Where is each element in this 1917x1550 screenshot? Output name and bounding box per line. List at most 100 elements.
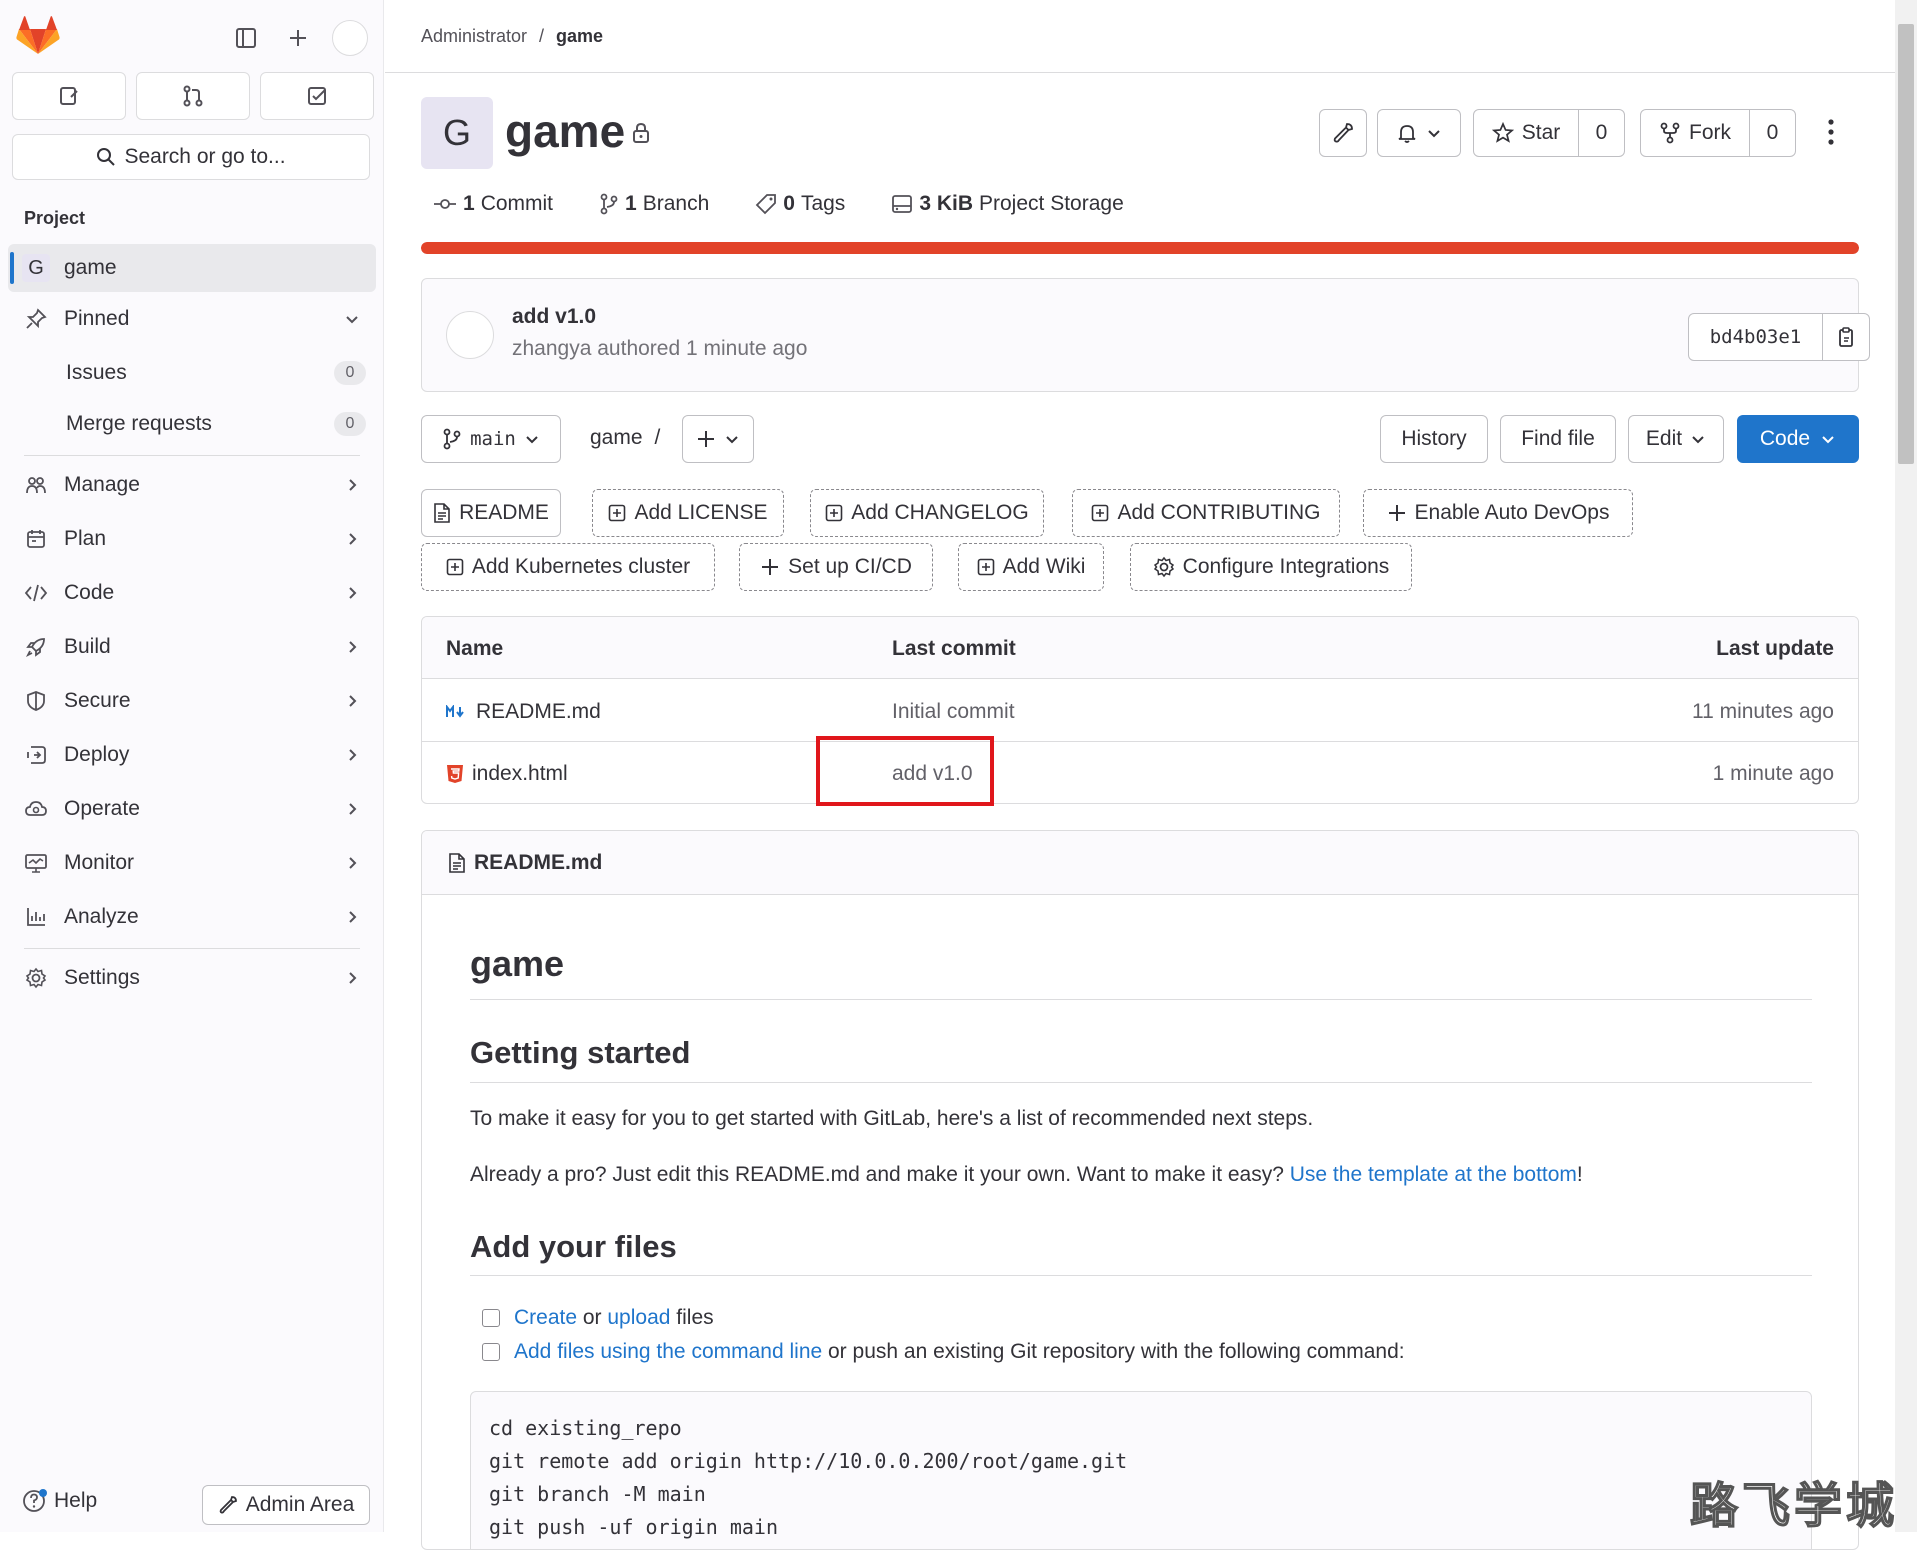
repo-path: game / [590,426,660,450]
column-header-name: Name [446,637,504,660]
todo-tab-icon[interactable] [260,72,374,120]
star-icon [1491,122,1514,143]
table-row[interactable]: README.md Initial commit 11 minutes ago [422,680,1858,742]
commit-author-avatar[interactable] [446,311,494,359]
file-name-cell[interactable]: index.html [446,762,568,786]
sidebar-item-analyze[interactable]: Analyze [8,893,376,941]
plus-square-icon [446,558,464,576]
upload-link[interactable]: upload [607,1306,670,1329]
sidebar-item-pinned[interactable]: Pinned [8,295,376,343]
copy-sha-button[interactable] [1823,314,1869,360]
tags-stat[interactable]: 0 Tags [755,192,845,216]
user-avatar[interactable] [332,20,368,56]
commits-label: Commit [480,192,554,215]
tags-label: Tags [800,192,846,215]
chevron-right-icon [349,695,357,707]
sidebar-item-operate[interactable]: Operate [8,785,376,833]
search-button[interactable]: Search or go to... [12,134,370,180]
path-root-link[interactable]: game [590,426,643,450]
table-row[interactable]: index.html add v1.0 1 minute ago [422,742,1858,803]
readme-h2-text: Getting started [470,1035,691,1070]
command-line-link[interactable]: Add files using the command line [514,1340,822,1363]
task-checkbox[interactable] [482,1309,500,1327]
add-kubernetes-cluster-button[interactable]: Add Kubernetes cluster [421,543,715,591]
gitlab-logo-icon[interactable] [16,16,60,56]
sidebar-item-merge-requests[interactable]: Merge requests 0 [66,402,366,446]
chevron-down-icon [1692,436,1704,444]
branch-selector[interactable]: main [421,415,561,463]
storage-amount: 3 KiB [919,192,973,215]
create-link[interactable]: Create [514,1306,577,1329]
add-to-tree-dropdown[interactable] [682,415,754,463]
history-button[interactable]: History [1380,415,1488,463]
chevron-right-icon [349,749,357,761]
add-wiki-button[interactable]: Add Wiki [958,543,1104,591]
add-contributing-button[interactable]: Add CONTRIBUTING [1072,489,1340,537]
document-icon [434,503,450,523]
storage-label: Project Storage [979,192,1124,215]
sidebar-item-manage[interactable]: Manage [8,461,376,509]
code-block[interactable]: cd existing_repo git remote add origin ht… [470,1391,1812,1549]
edit-dropdown[interactable]: Edit [1628,415,1724,463]
document-icon [449,852,465,873]
sidebar-item-label: Secure [64,689,131,712]
file-name: index.html [472,762,568,785]
chevron-down-icon [726,436,738,444]
star-count[interactable]: 0 [1578,110,1624,156]
add-license-button[interactable]: Add LICENSE [592,489,784,537]
code-icon [8,582,64,604]
readme-button[interactable]: README [421,489,561,537]
help-button[interactable]: Help [22,1488,97,1514]
quick-action-label: Configure Integrations [1182,555,1390,578]
file-name-cell[interactable]: README.md [446,700,601,724]
branches-stat[interactable]: 1 Branch [599,192,709,216]
enable-auto-devops-button[interactable]: Enable Auto DevOps [1363,489,1633,537]
sidebar-item-issues[interactable]: Issues 0 [66,351,366,395]
commit-author-link[interactable]: zhangya [512,337,591,360]
sidebar-item-project[interactable]: G game [8,244,376,292]
add-changelog-button[interactable]: Add CHANGELOG [810,489,1044,537]
template-link[interactable]: Use the template at the bottom [1290,1163,1577,1186]
issues-tab-icon[interactable] [12,72,126,120]
sidebar-item-settings[interactable]: Settings [8,954,376,1002]
more-actions-icon[interactable] [1825,118,1837,146]
page-scrollbar[interactable] [1895,0,1917,1532]
sidebar-item-monitor[interactable]: Monitor [8,839,376,887]
configure-integrations-button[interactable]: Configure Integrations [1130,543,1412,591]
find-file-button[interactable]: Find file [1500,415,1616,463]
merge-requests-tab-icon[interactable] [136,72,250,120]
file-last-commit[interactable]: Initial commit [892,700,1015,724]
count-badge: 0 [334,361,366,385]
cloud-gear-icon [8,798,64,820]
admin-settings-button[interactable] [1319,109,1367,157]
quick-action-label: Add CHANGELOG [851,501,1029,524]
fork-label: Fork [1689,121,1731,144]
sidebar-item-plan[interactable]: Plan [8,515,376,563]
sidebar-item-secure[interactable]: Secure [8,677,376,725]
sidebar-item-code[interactable]: Code [8,569,376,617]
breadcrumb-current[interactable]: game [556,26,603,47]
create-new-icon[interactable] [280,20,316,56]
fork-button[interactable]: Fork [1641,110,1749,156]
commit-sha[interactable]: bd4b03e1 [1689,314,1823,360]
commits-stat[interactable]: 1 Commit [433,192,553,216]
task-checkbox[interactable] [482,1343,500,1361]
fork-count[interactable]: 0 [1749,110,1795,156]
readme-filename[interactable]: README.md [474,851,602,875]
sidebar-quick-tabs [12,72,374,120]
readme-divider [470,999,1812,1000]
wrench-icon [1333,123,1353,143]
admin-area-button[interactable]: Admin Area [202,1485,370,1525]
toggle-sidebar-icon[interactable] [228,20,264,56]
scrollbar-thumb[interactable] [1898,24,1914,464]
sidebar-item-build[interactable]: Build [8,623,376,671]
star-button[interactable]: Star [1474,110,1578,156]
sidebar-item-deploy[interactable]: Deploy [8,731,376,779]
commit-title-link[interactable]: add v1.0 [512,305,596,329]
storage-stat[interactable]: 3 KiB Project Storage [891,192,1124,216]
notifications-dropdown[interactable] [1377,109,1461,157]
readme-paragraph: Already a pro? Just edit this README.md … [470,1163,1810,1187]
breadcrumb-root-link[interactable]: Administrator [421,26,527,47]
setup-ci-cd-button[interactable]: Set up CI/CD [739,543,933,591]
code-dropdown[interactable]: Code [1737,415,1859,463]
